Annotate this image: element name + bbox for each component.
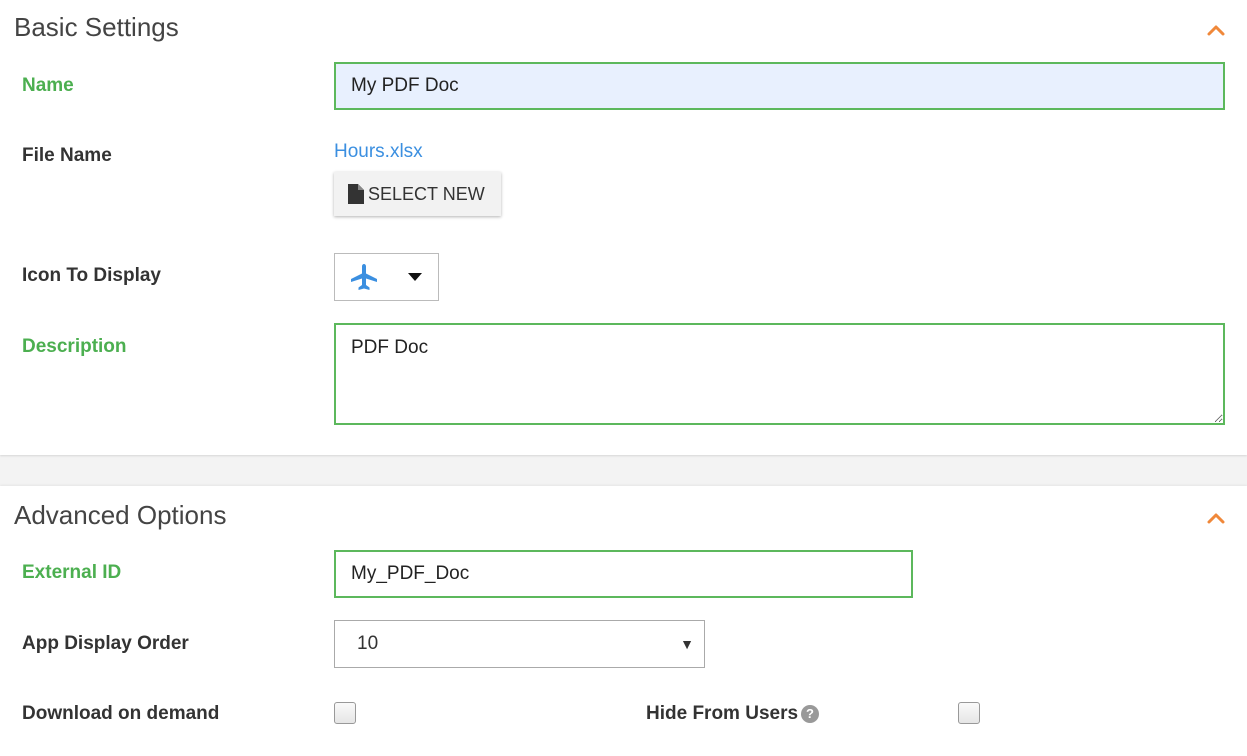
file-name-link[interactable]: Hours.xlsx xyxy=(334,141,423,163)
description-label: Description xyxy=(22,336,127,357)
file-name-label: File Name xyxy=(22,145,112,166)
airplane-icon xyxy=(351,264,377,290)
icon-to-display-label: Icon To Display xyxy=(22,265,162,286)
chevron-down-icon xyxy=(408,273,422,281)
select-new-button[interactable]: SELECT NEW xyxy=(334,172,501,216)
dropdown-arrow-icon: ▼ xyxy=(680,636,694,652)
basic-settings-panel: Basic Settings Name File Name Hours.xlsx… xyxy=(0,0,1247,455)
download-on-demand-label: Download on demand xyxy=(22,703,220,724)
external-id-label: External ID xyxy=(22,562,122,583)
file-icon xyxy=(348,184,364,204)
advanced-options-title: Advanced Options xyxy=(14,500,227,530)
help-icon[interactable]: ? xyxy=(801,705,819,723)
name-label: Name xyxy=(22,75,74,96)
app-display-order-select[interactable]: 10 ▼ xyxy=(334,620,705,668)
app-display-order-label: App Display Order xyxy=(22,633,189,654)
external-id-input[interactable] xyxy=(334,550,913,598)
basic-settings-title: Basic Settings xyxy=(14,12,179,42)
description-textarea[interactable]: PDF Doc xyxy=(334,323,1225,425)
collapse-basic-settings-icon[interactable] xyxy=(1205,19,1227,41)
download-on-demand-checkbox[interactable] xyxy=(334,702,356,724)
hide-from-users-label: Hide From Users xyxy=(646,703,799,724)
hide-from-users-checkbox[interactable] xyxy=(958,702,980,724)
icon-dropdown[interactable] xyxy=(334,253,439,301)
name-input[interactable] xyxy=(334,62,1225,110)
app-display-order-value: 10 xyxy=(357,633,379,654)
select-new-label: SELECT NEW xyxy=(368,183,485,204)
collapse-advanced-options-icon[interactable] xyxy=(1205,507,1227,529)
